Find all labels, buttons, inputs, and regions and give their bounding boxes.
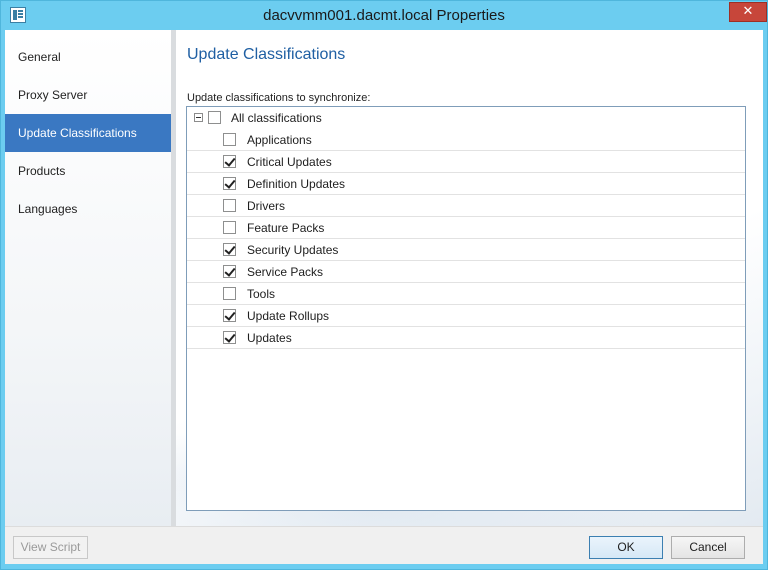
updates-checkbox[interactable] (223, 331, 236, 344)
list-item[interactable]: Service Packs (187, 261, 745, 283)
service-packs-checkbox[interactable] (223, 265, 236, 278)
update-rollups-checkbox[interactable] (223, 309, 236, 322)
sidebar-item-products[interactable]: Products (5, 152, 171, 190)
list-item[interactable]: Feature Packs (187, 217, 745, 239)
list-item[interactable]: Drivers (187, 195, 745, 217)
classification-label: Feature Packs (247, 221, 325, 235)
sidebar-nav: General Proxy Server Update Classificati… (5, 30, 177, 526)
sidebar-item-update-classifications[interactable]: Update Classifications (5, 114, 177, 152)
classification-label: Applications (247, 133, 312, 147)
classification-label: Updates (247, 331, 292, 345)
tree-root-row[interactable]: All classifications (187, 107, 745, 129)
applications-checkbox[interactable] (223, 133, 236, 146)
drivers-checkbox[interactable] (223, 199, 236, 212)
sidebar-item-general[interactable]: General (5, 38, 171, 76)
ok-button[interactable]: OK (589, 536, 663, 559)
list-item[interactable]: Security Updates (187, 239, 745, 261)
tools-checkbox[interactable] (223, 287, 236, 300)
list-item[interactable]: Definition Updates (187, 173, 745, 195)
list-label: Update classifications to synchronize: (187, 92, 371, 104)
classification-label: Security Updates (247, 243, 339, 257)
sidebar-item-languages[interactable]: Languages (5, 190, 171, 228)
title-bar[interactable]: dacvvmm001.dacmt.local Properties ✕ (1, 1, 767, 30)
collapse-icon[interactable] (194, 113, 203, 122)
list-item[interactable]: Update Rollups (187, 305, 745, 327)
all-classifications-label: All classifications (231, 111, 322, 125)
classification-label: Definition Updates (247, 177, 346, 191)
list-item[interactable]: Applications (187, 129, 745, 151)
properties-window: dacvvmm001.dacmt.local Properties ✕ Gene… (0, 0, 768, 570)
dialog-footer: View Script OK Cancel (5, 526, 763, 564)
close-icon: ✕ (742, 4, 754, 19)
classification-label: Critical Updates (247, 155, 332, 169)
list-item[interactable]: Tools (187, 283, 745, 305)
all-classifications-checkbox[interactable] (208, 111, 221, 124)
classifications-list[interactable]: All classifications Applications Critica… (186, 106, 746, 511)
feature-packs-checkbox[interactable] (223, 221, 236, 234)
classification-label: Drivers (247, 199, 285, 213)
classification-label: Update Rollups (247, 309, 330, 323)
cancel-button[interactable]: Cancel (671, 536, 745, 559)
classification-label: Service Packs (247, 265, 324, 279)
view-script-button[interactable]: View Script (13, 536, 88, 559)
list-item[interactable]: Critical Updates (187, 151, 745, 173)
list-item[interactable]: Updates (187, 327, 745, 349)
page-title: Update Classifications (187, 46, 346, 63)
security-updates-checkbox[interactable] (223, 243, 236, 256)
classification-label: Tools (247, 287, 276, 301)
dialog-client-area: General Proxy Server Update Classificati… (5, 30, 763, 564)
sidebar-item-proxy-server[interactable]: Proxy Server (5, 76, 171, 114)
window-title: dacvvmm001.dacmt.local Properties (263, 7, 505, 24)
main-panel: Update Classifications Update classifica… (176, 30, 763, 526)
critical-updates-checkbox[interactable] (223, 155, 236, 168)
definition-updates-checkbox[interactable] (223, 177, 236, 190)
close-button[interactable]: ✕ (729, 2, 767, 22)
